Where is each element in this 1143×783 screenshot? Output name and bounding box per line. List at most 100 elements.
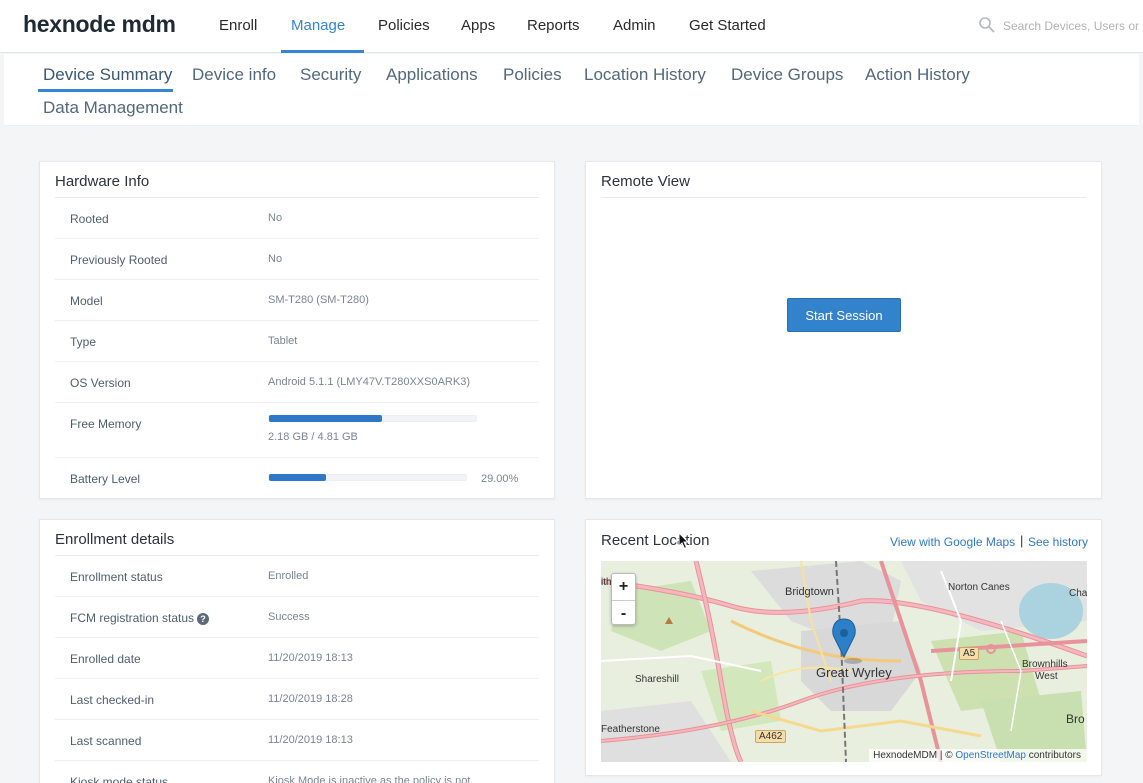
nav-apps[interactable]: Apps — [461, 17, 495, 34]
tab-location-history[interactable]: Location History — [584, 65, 706, 85]
card-title: Hardware Info — [55, 173, 150, 190]
memory-bar-fill — [269, 415, 383, 422]
nav-reports[interactable]: Reports — [527, 17, 580, 34]
row-value: 11/20/2019 18:13 — [268, 652, 353, 664]
tab-applications[interactable]: Applications — [386, 65, 478, 85]
battery-bar-fill — [269, 474, 327, 481]
enrollment-row: Enrolled date 11/20/2019 18:13 — [55, 638, 539, 679]
divider — [601, 197, 1086, 198]
enrollment-row: Enrollment status Enrolled — [55, 556, 539, 597]
map-attribution: HexnodeMDM | © OpenStreetMap contributor… — [869, 749, 1087, 762]
row-value: Success — [268, 611, 310, 623]
map-label: Featherstone — [601, 724, 660, 735]
enrollment-row: FCM registration status? Success — [55, 597, 539, 638]
row-label: Model — [70, 294, 103, 308]
active-tab-indicator — [38, 89, 173, 92]
row-value: Kiosk Mode is inactive as the policy is … — [268, 775, 471, 783]
nav-admin[interactable]: Admin — [613, 17, 656, 34]
hardware-row: Previously Rooted No — [55, 239, 539, 280]
tab-action-history[interactable]: Action History — [865, 65, 970, 85]
enrollment-details-card: Enrollment details Enrollment status Enr… — [39, 519, 555, 783]
hardware-row: Rooted No — [55, 198, 539, 239]
nav-policies[interactable]: Policies — [378, 17, 430, 34]
row-label: Enrollment status — [70, 570, 163, 584]
hardware-row: Model SM-T280 (SM-T280) — [55, 280, 539, 321]
map-label: Shareshill — [635, 674, 679, 685]
row-value: SM-T280 (SM-T280) — [268, 294, 369, 306]
map-label: Norton Canes — [948, 582, 1010, 593]
mouse-cursor-icon — [678, 532, 690, 550]
battery-bar — [268, 474, 467, 481]
zoom-in-button[interactable]: + — [612, 574, 635, 599]
battery-row: Battery Level 29.00% — [55, 458, 539, 499]
road-shield: A5 — [959, 647, 980, 660]
card-title: Remote View — [601, 173, 690, 190]
tab-device-groups[interactable]: Device Groups — [731, 65, 843, 85]
nav-get-started[interactable]: Get Started — [689, 17, 766, 34]
row-value: Android 5.1.1 (LMY47V.T280XXS0ARK3) — [268, 376, 470, 388]
search-icon[interactable] — [978, 16, 996, 34]
tab-security[interactable]: Security — [300, 65, 361, 85]
help-icon[interactable]: ? — [197, 613, 210, 625]
hardware-info-card: Hardware Info Rooted No Previously Roote… — [39, 161, 555, 499]
row-label: Last scanned — [70, 734, 142, 748]
tab-device-summary[interactable]: Device Summary — [43, 65, 172, 85]
map-label: Bridgtown — [785, 586, 834, 598]
card-title: Enrollment details — [55, 531, 175, 548]
top-navigation: hexnode mdm Enroll Manage Policies Apps … — [0, 0, 1143, 53]
battery-value: 29.00% — [481, 473, 519, 485]
attribution-prefix: HexnodeMDM | © — [873, 750, 956, 761]
map-label: West — [1035, 671, 1058, 682]
row-label: Free Memory — [70, 417, 142, 431]
zoom-out-button[interactable]: - — [612, 600, 635, 625]
row-label: Rooted — [70, 212, 109, 226]
location-map[interactable]: + - ith Bridgtown Norton Canes Cha Great… — [601, 561, 1087, 762]
see-history-link[interactable]: See history — [1028, 535, 1088, 549]
row-value: 11/20/2019 18:28 — [268, 693, 353, 705]
row-label: FCM registration status? — [70, 611, 210, 625]
hardware-row: Type Tablet — [55, 321, 539, 362]
row-label: Kiosk mode status — [70, 775, 169, 783]
remote-view-card: Remote View Start Session — [585, 161, 1102, 499]
hexnode-logo[interactable]: hexnode mdm — [23, 11, 176, 38]
row-value: No — [268, 253, 283, 265]
attribution-suffix: contributors — [1025, 750, 1081, 761]
row-label: Type — [70, 335, 97, 349]
row-value: No — [268, 212, 283, 224]
free-memory-row: Free Memory 2.18 GB / 4.81 GB — [55, 403, 539, 458]
map-label: Brownhills — [1022, 659, 1068, 670]
enrollment-row: Kiosk mode status Kiosk Mode is inactive… — [55, 761, 539, 783]
row-label: Battery Level — [70, 472, 141, 486]
card-title: Recent Location — [601, 532, 710, 549]
row-label: Enrolled date — [70, 652, 141, 666]
link-separator: | — [1020, 533, 1024, 548]
search-input[interactable] — [1003, 16, 1143, 36]
map-label: ith — [601, 577, 612, 588]
tab-data-management[interactable]: Data Management — [43, 98, 183, 118]
enrollment-row: Last scanned 11/20/2019 18:13 — [55, 720, 539, 761]
recent-location-card: Recent Location View with Google Maps | … — [585, 519, 1102, 776]
row-value: 11/20/2019 18:13 — [268, 734, 353, 746]
osm-link[interactable]: OpenStreetMap — [955, 750, 1026, 761]
active-nav-indicator — [281, 50, 364, 53]
memory-value: 2.18 GB / 4.81 GB — [268, 431, 358, 443]
map-label: Great Wyrley — [816, 665, 892, 680]
nav-enroll[interactable]: Enroll — [219, 17, 257, 34]
device-subtabs: Device Summary Device info Security Appl… — [4, 54, 1139, 126]
start-session-button[interactable]: Start Session — [787, 298, 901, 332]
fcm-label-text: FCM registration status — [70, 611, 195, 625]
map-label: Cha — [1069, 588, 1087, 599]
memory-bar — [268, 415, 477, 422]
nav-manage[interactable]: Manage — [291, 17, 345, 34]
hardware-row: OS Version Android 5.1.1 (LMY47V.T280XXS… — [55, 362, 539, 403]
row-label: OS Version — [70, 376, 131, 390]
row-label: Previously Rooted — [70, 253, 168, 267]
row-value: Tablet — [268, 335, 298, 347]
row-label: Last checked-in — [70, 693, 155, 707]
row-value: Enrolled — [268, 570, 309, 582]
view-google-maps-link[interactable]: View with Google Maps — [890, 535, 1015, 549]
map-label: Bro — [1066, 712, 1085, 726]
tab-device-info[interactable]: Device info — [192, 65, 276, 85]
tab-policies[interactable]: Policies — [503, 65, 562, 85]
enrollment-row: Last checked-in 11/20/2019 18:28 — [55, 679, 539, 720]
